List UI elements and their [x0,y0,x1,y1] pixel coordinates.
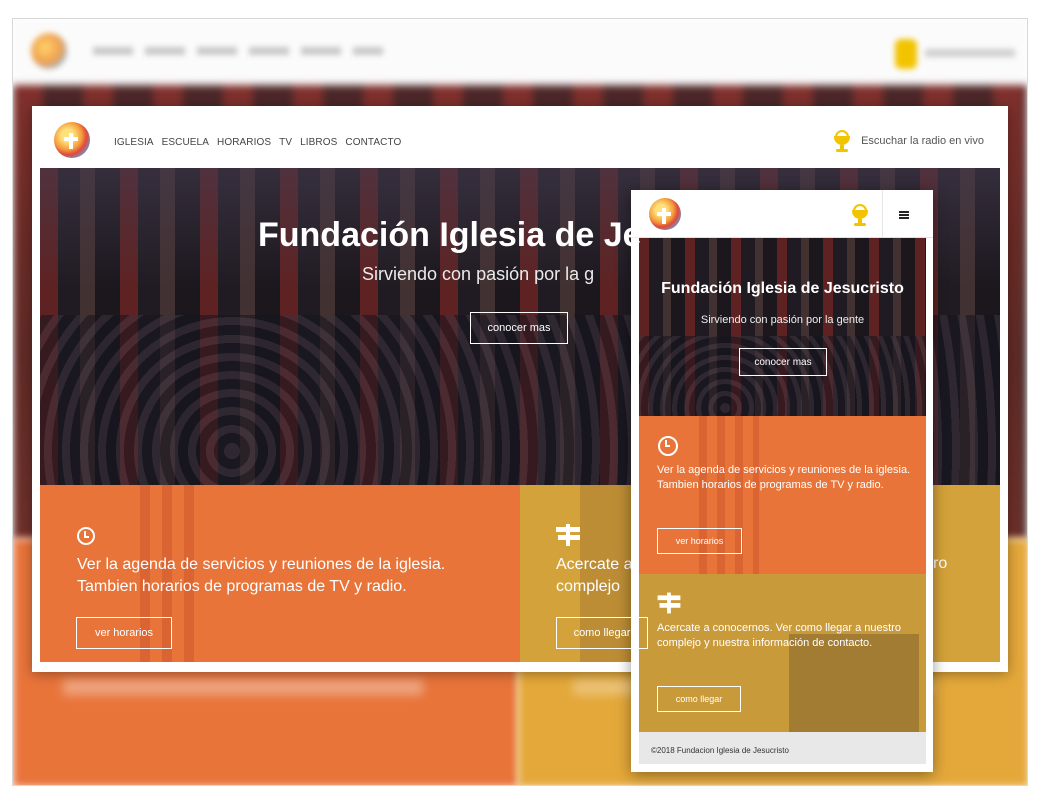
mobile-directions-description: Acercate a conocernos. Ver como llegar a… [657,622,901,649]
desktop-navbar: IGLESIA ESCUELA HORARIOS TV LIBROS CONTA… [32,106,1008,168]
navbar-divider [882,190,883,238]
backdrop-header [13,19,1027,85]
nav-link-iglesia[interactable]: IGLESIA [114,137,154,148]
mobile-directions-panel: Acercate a conocernos. Ver como llegar a… [639,574,926,732]
backdrop-nav [93,47,383,55]
clock-icon [77,527,95,545]
nav-link-contacto[interactable]: CONTACTO [345,137,401,148]
nav-link-libros[interactable]: LIBROS [300,137,337,148]
directions-trailing-text: ro [933,555,948,572]
backdrop-radio-text [925,49,1015,57]
backdrop-logo-icon [31,33,67,69]
ver-horarios-button[interactable]: ver horarios [76,617,172,649]
mobile-hero-title: Fundación Iglesia de Jesucristo [661,280,904,297]
signpost-icon [657,592,681,614]
nav-link-escuela[interactable]: ESCUELA [162,137,209,148]
mobile-como-llegar-button[interactable]: como llegar [657,686,741,712]
nav-link-horarios[interactable]: HORARIOS [217,137,271,148]
mobile-ver-horarios-button[interactable]: ver horarios [657,528,742,554]
mobile-schedule-panel: Ver la agenda de servicios y reuniones d… [639,416,926,574]
backdrop-text-blur [63,679,423,695]
radio-cup-icon [831,130,853,152]
radio-cup-icon[interactable] [849,204,871,226]
conocer-mas-button[interactable]: conocer mas [470,312,568,344]
schedule-panel: Ver la agenda de servicios y reuniones d… [40,485,520,662]
backdrop-radio-icon [895,39,917,69]
nav-link-tv[interactable]: TV [279,137,292,148]
church-logo-icon[interactable] [54,122,90,158]
schedule-description: Ver la agenda de servicios y reuniones d… [77,556,446,595]
mobile-schedule-description: Ver la agenda de servicios y reuniones d… [657,464,911,491]
showcase-stage: IGLESIA ESCUELA HORARIOS TV LIBROS CONTA… [0,0,1040,803]
desktop-nav-links: IGLESIA ESCUELA HORARIOS TV LIBROS CONTA… [114,137,401,148]
mobile-hero-subtitle: Sirviendo con pasión por la gente [700,314,865,326]
mobile-navbar [631,190,933,238]
clock-icon [658,436,678,456]
hamburger-menu-icon[interactable] [899,211,909,219]
mobile-conocer-mas-button[interactable]: conocer mas [739,348,827,376]
mobile-mockup: Fundación Iglesia de Jesucristo Sirviend… [631,190,933,772]
radio-live-label: Escuchar la radio en vivo [861,135,984,147]
como-llegar-button[interactable]: como llegar [556,617,648,649]
church-logo-icon[interactable] [649,198,681,230]
signpost-icon [556,524,580,546]
radio-live-link[interactable]: Escuchar la radio en vivo [831,130,984,152]
hero-subtitle: Sirviendo con pasión por la g [362,264,595,284]
mobile-footer: ©2018 Fundacion Iglesia de Jesucristo [639,732,926,764]
mobile-hero: Fundación Iglesia de Jesucristo Sirviend… [639,238,926,416]
hero-title: Fundación Iglesia de Je [258,216,642,254]
